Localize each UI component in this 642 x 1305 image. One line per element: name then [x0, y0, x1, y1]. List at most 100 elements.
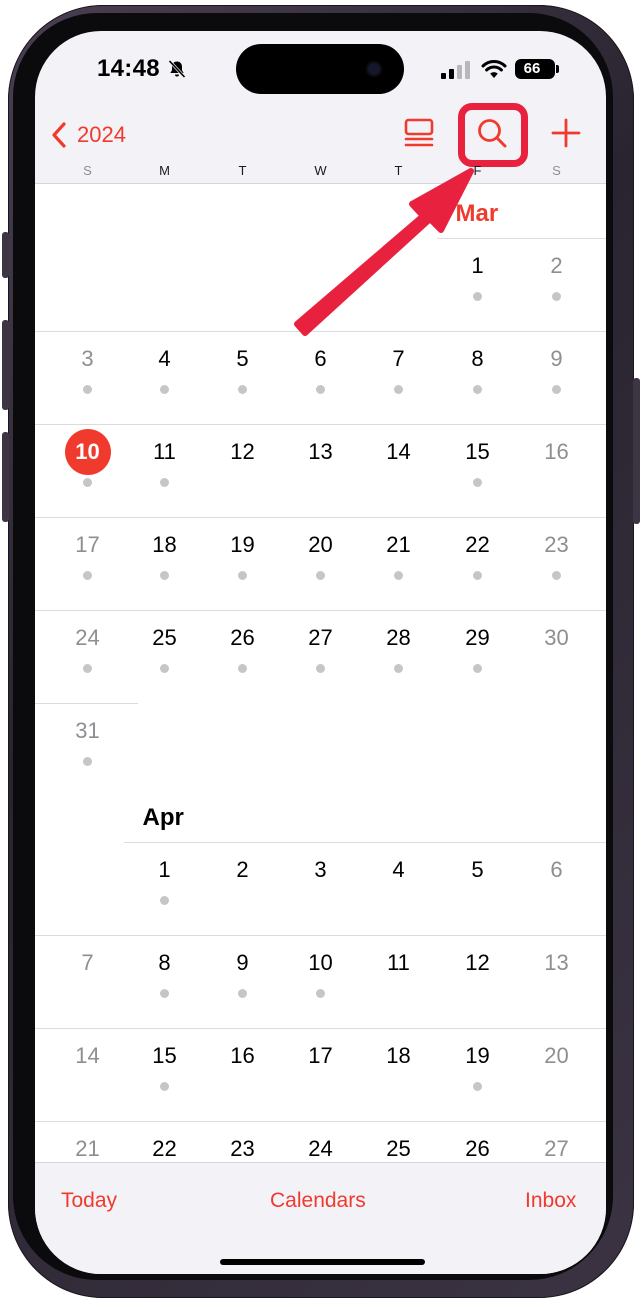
day-cell[interactable]: 15 [124, 1036, 205, 1091]
day-number: 8 [471, 346, 484, 371]
day-cell[interactable]: 8 [437, 339, 518, 394]
wifi-icon [481, 59, 507, 78]
day-cell[interactable]: 17 [47, 525, 128, 580]
event-dot [316, 989, 325, 998]
day-cell[interactable]: 30 [516, 618, 597, 658]
day-cell[interactable]: 25 [358, 1129, 439, 1162]
day-cell[interactable]: 15 [437, 432, 518, 487]
cellular-signal-icon [441, 61, 470, 79]
day-cell[interactable]: 18 [124, 525, 205, 580]
chevron-left-icon [52, 122, 66, 148]
day-number: 20 [308, 532, 333, 557]
day-cell[interactable]: 27 [516, 1129, 597, 1162]
plus-icon[interactable] [551, 118, 581, 148]
day-cell[interactable]: 9 [202, 943, 283, 998]
day-cell[interactable]: 16 [516, 432, 597, 472]
back-to-year-button[interactable]: 2024 [51, 119, 126, 151]
day-cell[interactable]: 5 [202, 339, 283, 394]
day-cell[interactable]: 4 [124, 339, 205, 394]
status-bar: 14:48 66 [35, 31, 606, 111]
day-number: 19 [230, 532, 255, 557]
day-cell[interactable]: 6 [280, 339, 361, 394]
day-number: 14 [386, 439, 411, 464]
day-cell[interactable]: 1 [124, 850, 205, 905]
home-indicator[interactable] [220, 1259, 425, 1265]
day-cell[interactable]: 6 [516, 850, 597, 890]
day-cell[interactable]: 18 [358, 1036, 439, 1076]
day-number: 9 [550, 346, 563, 371]
today-tab[interactable]: Today [61, 1189, 117, 1213]
event-dot [473, 571, 482, 580]
day-cell[interactable]: 21 [47, 1129, 128, 1162]
day-cell[interactable]: 10 [280, 943, 361, 998]
day-number: 10 [308, 950, 333, 975]
day-cell[interactable]: 7 [47, 943, 128, 983]
day-cell[interactable]: 20 [280, 525, 361, 580]
tab-bar: Today Calendars Inbox [35, 1162, 606, 1274]
event-dot [316, 571, 325, 580]
day-cell[interactable]: 2 [202, 850, 283, 890]
day-cell[interactable]: 29 [437, 618, 518, 673]
day-number: 22 [465, 532, 490, 557]
day-cell[interactable]: 8 [124, 943, 205, 998]
day-number: 6 [550, 857, 563, 882]
day-cell[interactable]: 19 [202, 525, 283, 580]
day-cell[interactable]: 9 [516, 339, 597, 394]
volume-down-button [2, 432, 9, 522]
day-cell[interactable]: 1 [437, 246, 518, 301]
day-cell[interactable]: 25 [124, 618, 205, 673]
day-cell[interactable]: 4 [358, 850, 439, 890]
day-cell[interactable]: 27 [280, 618, 361, 673]
day-cell[interactable]: 2 [516, 246, 597, 301]
day-cell[interactable]: 17 [280, 1036, 361, 1076]
week-divider [35, 424, 606, 425]
list-view-icon[interactable] [403, 117, 435, 149]
day-number: 26 [230, 625, 255, 650]
day-cell[interactable]: 26 [202, 618, 283, 673]
day-cell[interactable]: 3 [47, 339, 128, 394]
day-cell[interactable]: 11 [124, 432, 205, 487]
day-cell[interactable]: 12 [437, 943, 518, 983]
day-cell[interactable]: 16 [202, 1036, 283, 1076]
day-cell[interactable]: 22 [124, 1129, 205, 1162]
day-number: 3 [314, 857, 327, 882]
battery-level: 66 [523, 60, 541, 77]
day-cell[interactable]: 20 [516, 1036, 597, 1076]
inbox-tab[interactable]: Inbox [525, 1189, 576, 1213]
day-cell[interactable]: 10 [47, 429, 128, 487]
day-cell[interactable]: 13 [280, 432, 361, 472]
day-cell[interactable]: 7 [358, 339, 439, 394]
day-cell[interactable]: 11 [358, 943, 439, 983]
day-cell[interactable]: 23 [516, 525, 597, 580]
nav-bar: 2024 [35, 103, 606, 167]
day-cell[interactable]: 22 [437, 525, 518, 580]
day-cell[interactable]: 14 [47, 1036, 128, 1076]
calendars-tab[interactable]: Calendars [270, 1189, 366, 1213]
day-cell[interactable]: 21 [358, 525, 439, 580]
event-dot [473, 385, 482, 394]
day-cell[interactable]: 12 [202, 432, 283, 472]
day-cell[interactable]: 3 [280, 850, 361, 890]
day-number: 24 [308, 1136, 333, 1161]
event-dot [83, 385, 92, 394]
day-cell[interactable]: 24 [280, 1129, 361, 1162]
day-number: 25 [386, 1136, 411, 1161]
day-cell[interactable]: 26 [437, 1129, 518, 1162]
day-cell[interactable]: 19 [437, 1036, 518, 1091]
day-cell[interactable]: 24 [47, 618, 128, 673]
day-cell[interactable]: 28 [358, 618, 439, 673]
event-dot [83, 571, 92, 580]
search-icon[interactable] [476, 117, 508, 149]
event-dot [473, 292, 482, 301]
week-divider [35, 1121, 606, 1122]
day-cell[interactable]: 31 [47, 711, 128, 766]
day-cell[interactable]: 14 [358, 432, 439, 472]
day-number: 30 [544, 625, 569, 650]
bell-slash-icon [168, 59, 186, 79]
month-calendar[interactable]: Mar 1 2 3 4 5 6 7 8 9 10 11 12 13 14 15 16 17 18 19 20 21 22 23… [35, 184, 606, 1162]
day-cell[interactable]: 23 [202, 1129, 283, 1162]
day-cell[interactable]: 13 [516, 943, 597, 983]
day-number: 27 [544, 1136, 569, 1161]
day-cell[interactable]: 5 [437, 850, 518, 890]
event-dot [160, 664, 169, 673]
